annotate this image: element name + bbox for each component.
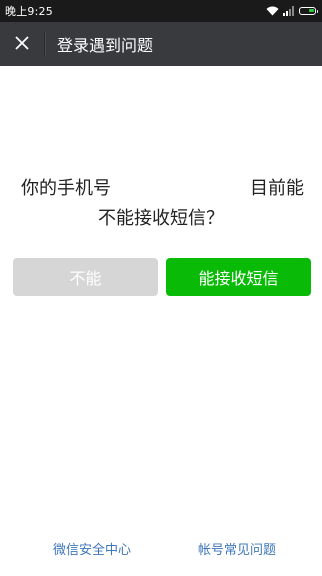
close-button[interactable] bbox=[0, 22, 44, 66]
nav-bar: 登录遇到问题 bbox=[0, 22, 322, 66]
status-time: 晚上9:25 bbox=[5, 5, 53, 18]
question-line-1: 你的手机号 目前能 bbox=[0, 176, 322, 202]
question-line-2: 不能接收短信？ bbox=[98, 208, 224, 229]
signal-icon bbox=[283, 6, 295, 16]
nav-divider bbox=[44, 32, 45, 56]
status-icons bbox=[266, 6, 318, 16]
question-text-left: 你的手机号 bbox=[21, 178, 111, 199]
close-icon bbox=[15, 35, 29, 54]
question-text-right: 目前能 bbox=[250, 178, 304, 199]
can-receive-sms-button[interactable]: 能接收短信 bbox=[166, 258, 311, 296]
battery-level bbox=[309, 9, 314, 12]
cannot-receive-sms-button[interactable]: 不能 bbox=[13, 258, 158, 296]
security-center-link[interactable]: 微信安全中心 bbox=[53, 539, 131, 558]
status-bar: 晚上9:25 bbox=[0, 0, 322, 22]
page-title: 登录遇到问题 bbox=[57, 36, 154, 55]
wifi-icon bbox=[266, 6, 279, 16]
account-faq-link[interactable]: 帐号常见问题 bbox=[198, 539, 276, 558]
battery-icon bbox=[299, 7, 318, 15]
sms-question: 你的手机号 目前能 不能接收短信？ bbox=[0, 176, 322, 232]
